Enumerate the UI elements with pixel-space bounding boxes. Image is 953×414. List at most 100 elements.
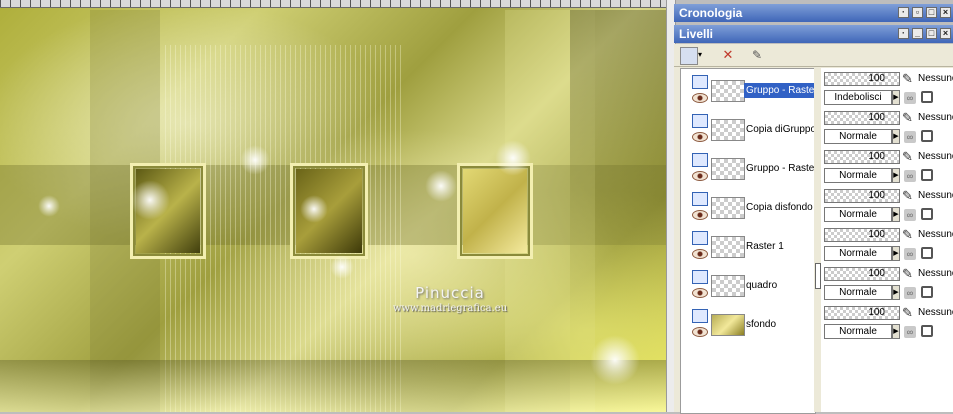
horizontal-ruler xyxy=(0,0,666,8)
brush-icon[interactable]: ✎ xyxy=(902,267,916,281)
opacity-slider[interactable]: 100 xyxy=(824,189,900,203)
light-spot xyxy=(130,180,170,220)
lock-icon[interactable] xyxy=(921,247,933,259)
brush-icon[interactable]: ✎ xyxy=(902,72,916,86)
brush-icon[interactable]: ✎ xyxy=(902,111,916,125)
eye-icon[interactable] xyxy=(692,93,708,103)
layer-type-icon xyxy=(692,75,708,89)
blend-mode-select[interactable]: Normale xyxy=(824,129,892,144)
blend-mode-select[interactable]: Normale xyxy=(824,285,892,300)
layer-thumbnail xyxy=(711,80,745,102)
light-spot xyxy=(495,140,531,176)
light-spot xyxy=(590,335,640,385)
lock-icon[interactable] xyxy=(921,208,933,220)
brush-icon[interactable]: ✎ xyxy=(902,189,916,203)
link-icon[interactable]: ∞ xyxy=(904,170,916,182)
layer-props-row: 100 ✎ Nessuno Normale ▶ ∞ xyxy=(824,304,953,342)
opacity-slider[interactable]: 100 xyxy=(824,72,900,86)
link-icon[interactable]: ∞ xyxy=(904,92,916,104)
opacity-slider[interactable]: 100 xyxy=(824,267,900,281)
close-icon[interactable]: × xyxy=(940,7,951,18)
blend-arrow-icon[interactable]: ▶ xyxy=(892,285,900,300)
lock-icon[interactable] xyxy=(921,325,933,337)
close-icon[interactable]: × xyxy=(940,28,951,39)
layer-item[interactable]: Gruppo - Raster xyxy=(681,149,818,187)
maximize-icon[interactable]: □ xyxy=(926,28,937,39)
layer-props-row: 100 ✎ Nessuno Normale ▶ ∞ xyxy=(824,226,953,264)
layers-panel-title[interactable]: Livelli · _ □ × xyxy=(674,25,953,43)
layer-item[interactable]: Copia diGruppo xyxy=(681,110,816,148)
link-value[interactable]: Nessuno xyxy=(918,112,953,123)
light-spot xyxy=(38,195,60,217)
link-icon[interactable]: ∞ xyxy=(904,326,916,338)
opacity-slider[interactable]: 100 xyxy=(824,111,900,125)
watermark-name: Pinuccia xyxy=(415,284,485,302)
blend-arrow-icon[interactable]: ▶ xyxy=(892,246,900,261)
eye-icon[interactable] xyxy=(692,171,708,181)
lock-icon[interactable] xyxy=(921,169,933,181)
eye-icon[interactable] xyxy=(692,210,708,220)
link-value[interactable]: Nessuno xyxy=(918,190,953,201)
brush-icon[interactable]: ✎ xyxy=(902,306,916,320)
blend-arrow-icon[interactable]: ▶ xyxy=(892,324,900,339)
opacity-slider[interactable]: 100 xyxy=(824,228,900,242)
new-layer-icon[interactable] xyxy=(680,47,698,65)
blend-arrow-icon[interactable]: ▶ xyxy=(892,129,900,144)
layers-tree[interactable]: Gruppo - Raster Copia diGruppo Gruppo - … xyxy=(680,68,820,414)
history-panel-title[interactable]: Cronologia · ▫ □ × xyxy=(674,4,953,22)
link-value[interactable]: Nessuno xyxy=(918,268,953,279)
link-value[interactable]: Nessuno xyxy=(918,73,953,84)
layer-item[interactable]: Gruppo - Raster xyxy=(681,71,820,109)
link-value[interactable]: Nessuno xyxy=(918,229,953,240)
layer-thumbnail xyxy=(711,197,745,219)
lock-icon[interactable] xyxy=(921,91,933,103)
eye-icon[interactable] xyxy=(692,288,708,298)
maximize-icon[interactable]: □ xyxy=(926,7,937,18)
layers-title-text: Livelli xyxy=(679,27,714,41)
pin-icon[interactable]: · xyxy=(898,28,909,39)
dropdown-arrow-icon[interactable]: ▾ xyxy=(698,47,706,63)
panel-splitter[interactable] xyxy=(814,68,821,412)
link-icon[interactable]: ∞ xyxy=(904,131,916,143)
link-value[interactable]: Nessuno xyxy=(918,151,953,162)
opacity-slider[interactable]: 100 xyxy=(824,306,900,320)
layer-item[interactable]: quadro xyxy=(681,266,815,304)
layer-type-icon xyxy=(692,114,708,128)
blend-mode-select[interactable]: Normale xyxy=(824,246,892,261)
blend-mode-select[interactable]: Normale xyxy=(824,168,892,183)
minimize-icon[interactable]: _ xyxy=(912,28,923,39)
link-icon[interactable]: ∞ xyxy=(904,209,916,221)
layer-item[interactable]: Raster 1 xyxy=(681,227,815,265)
layer-type-icon xyxy=(692,192,708,206)
layer-item[interactable]: sfondo xyxy=(681,305,815,343)
edit-icon[interactable]: ✎ xyxy=(752,47,768,63)
image-canvas[interactable]: Pinuccia www.madriegrafica.eu xyxy=(0,0,666,412)
blend-arrow-icon[interactable]: ▶ xyxy=(892,168,900,183)
link-value[interactable]: Nessuno xyxy=(918,307,953,318)
blend-mode-select[interactable]: Normale xyxy=(824,324,892,339)
blend-mode-select[interactable]: Indebolisci xyxy=(824,90,892,105)
restore-icon[interactable]: ▫ xyxy=(912,7,923,18)
link-icon[interactable]: ∞ xyxy=(904,248,916,260)
blend-mode-select[interactable]: Normale xyxy=(824,207,892,222)
blend-arrow-icon[interactable]: ▶ xyxy=(892,207,900,222)
layer-name: sfondo xyxy=(746,319,777,330)
delete-layer-icon[interactable]: ✕ xyxy=(720,47,736,63)
light-spot xyxy=(240,145,270,175)
layer-type-icon xyxy=(692,270,708,284)
brush-icon[interactable]: ✎ xyxy=(902,150,916,164)
opacity-slider[interactable]: 100 xyxy=(824,150,900,164)
blend-arrow-icon[interactable]: ▶ xyxy=(892,90,900,105)
eye-icon[interactable] xyxy=(692,327,708,337)
layer-props-row: 100 ✎ Nessuno Normale ▶ ∞ xyxy=(824,148,953,186)
lock-icon[interactable] xyxy=(921,130,933,142)
eye-icon[interactable] xyxy=(692,249,708,259)
pin-icon[interactable]: · xyxy=(898,7,909,18)
brush-icon[interactable]: ✎ xyxy=(902,228,916,242)
link-icon[interactable]: ∞ xyxy=(904,287,916,299)
layer-item[interactable]: Copia disfondo xyxy=(681,188,815,226)
eye-icon[interactable] xyxy=(692,132,708,142)
layer-type-icon xyxy=(692,231,708,245)
layer-properties: 100 ✎ Nessuno Indebolisci ▶ ∞ 100 ✎ Ness… xyxy=(821,68,953,412)
lock-icon[interactable] xyxy=(921,286,933,298)
